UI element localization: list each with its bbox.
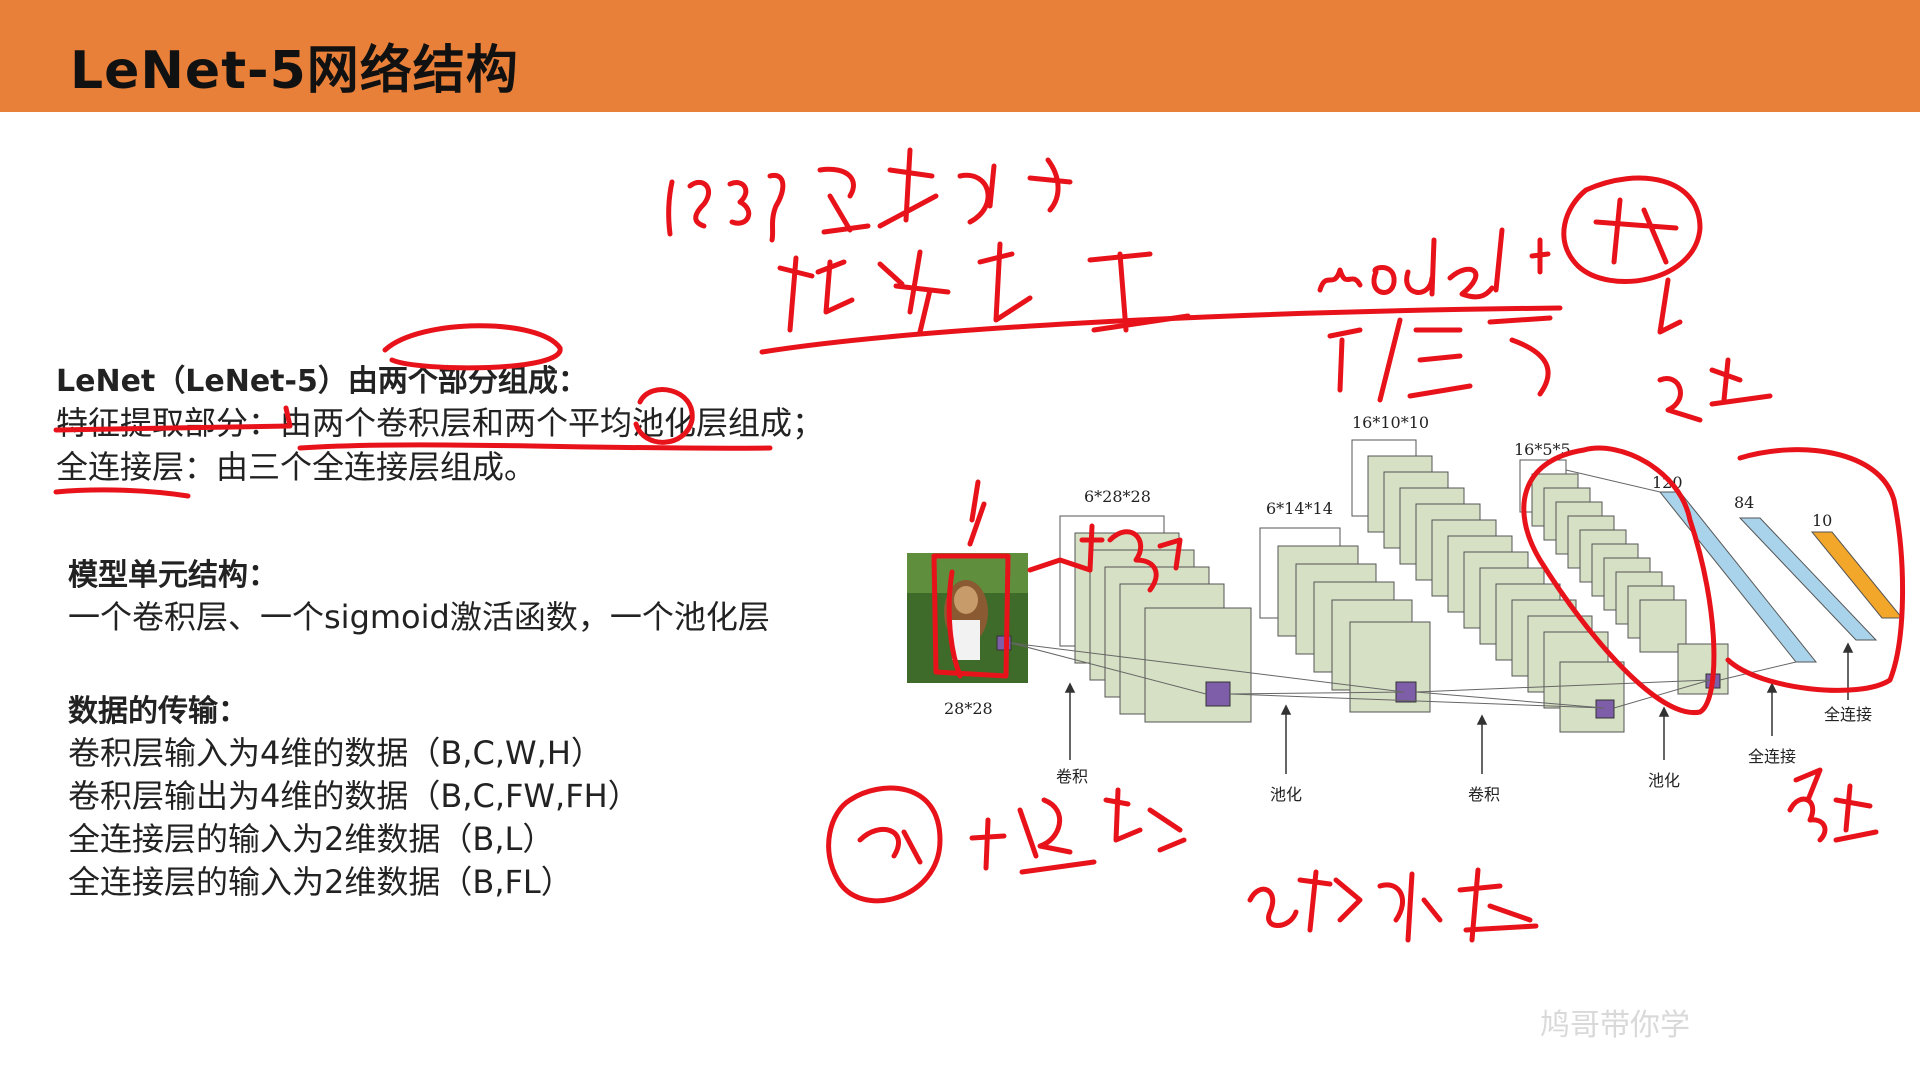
pool2-label: 池化: [1648, 771, 1680, 790]
pool1-size-label: 6*14*14: [1266, 499, 1333, 518]
conv1-label: 卷积: [1056, 767, 1088, 786]
fc1-label: 全连接: [1748, 747, 1796, 766]
fc3-size-label: 10: [1812, 511, 1832, 530]
conv2-label: 卷积: [1468, 785, 1500, 804]
pool1-label: 池化: [1270, 785, 1302, 804]
watermark: 鸠哥带你学: [1540, 1008, 1690, 1043]
fc2-size-label: 84: [1734, 493, 1754, 512]
conv2-size-label: 16*10*10: [1352, 413, 1429, 432]
lenet-diagram: 28*28 6*28*28 6*14*14 16*10*10 16*5*5 12…: [53, 147, 1906, 943]
input-size-label: 28*28: [944, 699, 993, 718]
fc-layers: [1658, 491, 1904, 663]
conv1-size-label: 6*28*28: [1084, 487, 1151, 506]
fc2-label: 全连接: [1824, 705, 1872, 724]
